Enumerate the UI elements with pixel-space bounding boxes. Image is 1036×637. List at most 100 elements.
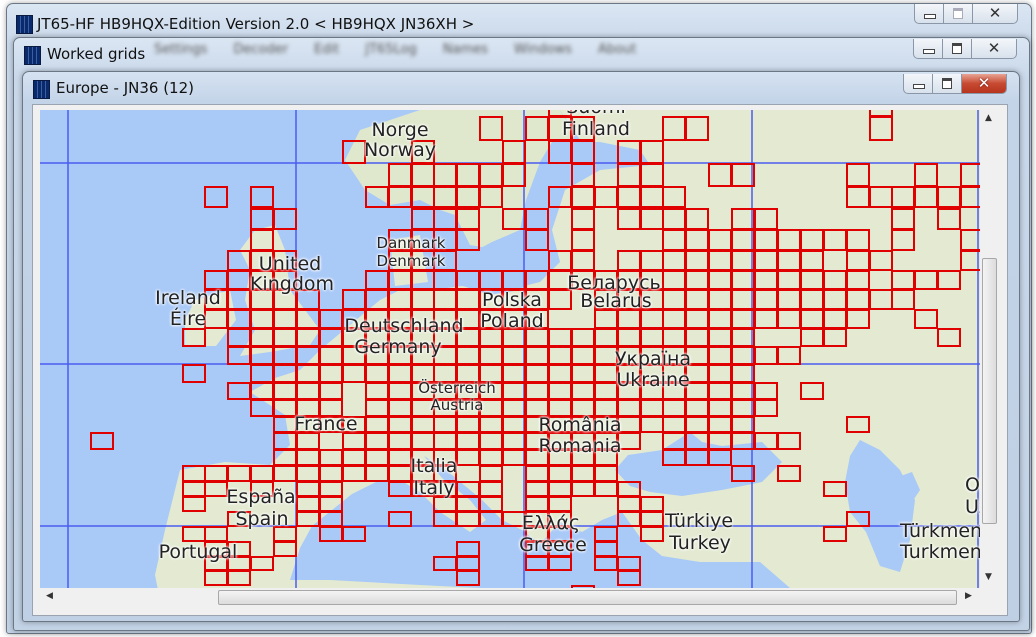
worked-grid-square (822, 228, 847, 251)
worked-grid-square (250, 464, 275, 482)
worked-grid-square (662, 289, 687, 310)
worked-grid-square (525, 381, 549, 400)
worked-grid-square (296, 480, 320, 498)
country-label-italia: Italia (410, 455, 458, 477)
worked-grid-square (525, 115, 549, 141)
map-minimize-button[interactable] (904, 74, 933, 93)
map-close-button[interactable]: ✕ (962, 74, 1006, 93)
worked-grid-square (685, 327, 710, 347)
grids-close-button[interactable]: ✕ (972, 39, 1016, 58)
country-label-ireland: Ireland (155, 287, 221, 309)
vertical-scrollbar[interactable]: ▲ ▼ (980, 110, 998, 588)
worked-grid-square (547, 185, 572, 209)
worked-grid-square (731, 345, 756, 365)
minimize-button[interactable] (915, 4, 944, 23)
grids-maximize-button[interactable] (943, 39, 972, 58)
worked-grid-square (616, 496, 641, 513)
worked-grid-square (708, 269, 733, 291)
worked-grid-square (181, 464, 206, 482)
worked-grid-square (296, 496, 320, 513)
worked-grid-square (799, 289, 824, 310)
close-button[interactable]: ✕ (973, 4, 1017, 23)
worked-grid-square (227, 308, 252, 329)
worked-grid-square (410, 207, 435, 230)
worked-grid-square (685, 289, 710, 310)
worked-grid-square (456, 228, 481, 251)
country-label-united: United (258, 253, 322, 275)
vertical-scroll-thumb[interactable] (982, 258, 997, 524)
worked-grid-square (479, 432, 504, 450)
country-label-romania: Romania (538, 435, 622, 457)
grids-minimize-button[interactable] (914, 39, 943, 58)
scroll-up-arrow-icon[interactable]: ▲ (985, 113, 992, 123)
worked-grid-square (525, 269, 549, 291)
worked-grid-square (547, 139, 572, 165)
worked-grid-square (410, 432, 435, 450)
close-icon: ✕ (988, 4, 1002, 22)
worked-grid-square (662, 207, 687, 230)
worked-grid-square (433, 555, 458, 572)
scroll-right-arrow-icon[interactable]: ▶ (965, 591, 972, 601)
minimize-icon (913, 84, 925, 89)
country-label-espana: España (226, 486, 296, 508)
worked-grid-square (776, 345, 801, 365)
scroll-left-arrow-icon[interactable]: ◀ (46, 591, 53, 601)
worked-grid-square (662, 249, 687, 271)
worked-grid-square (318, 381, 343, 400)
map-maximize-button[interactable] (933, 74, 962, 93)
worked-grid-square (868, 185, 893, 209)
scroll-down-arrow-icon[interactable]: ▼ (985, 572, 992, 582)
menu-settings: Settings (154, 42, 208, 57)
menu-jt65log: JT65Log (365, 42, 417, 57)
worked-grid-square (250, 207, 275, 230)
horizontal-scrollbar[interactable]: ◀ ▶ (40, 588, 980, 606)
worked-grid-square (914, 269, 939, 291)
worked-grid-square (364, 363, 389, 383)
worked-grid-square (616, 570, 641, 586)
worked-grid-square (822, 327, 847, 347)
worked-grid-square (960, 249, 980, 271)
worked-grid-square (570, 327, 595, 347)
worked-grid-square (296, 511, 320, 528)
country-label-polska: Polska (482, 289, 542, 311)
worked-grid-square (547, 363, 572, 383)
europe-map[interactable]: SuomiFinland NorgeNorway DanmarkDenmark Uni… (40, 110, 980, 588)
worked-grid-square (914, 163, 939, 187)
maximize-icon (953, 8, 963, 19)
worked-grid-square (479, 415, 504, 434)
worked-grid-square (318, 480, 343, 498)
worked-grid-square (433, 207, 458, 230)
worked-grid-square (708, 345, 733, 365)
worked-grid-square (502, 398, 527, 417)
worked-grid-square (570, 185, 595, 209)
worked-grid-square (708, 163, 733, 187)
worked-grid-square (227, 249, 252, 271)
worked-grid-square (479, 163, 504, 187)
worked-grid-square (364, 398, 389, 417)
worked-grid-square (822, 526, 847, 543)
worked-grid-square (868, 289, 893, 310)
worked-grid-square (639, 207, 664, 230)
worked-grid-square (616, 327, 641, 347)
worked-grid-square (273, 448, 298, 466)
worked-grid-square (570, 464, 595, 482)
worked-grid-square (181, 526, 206, 543)
worked-grid-square (845, 228, 870, 251)
grids-window-controls: ✕ (913, 39, 1017, 59)
maximize-button[interactable] (944, 4, 973, 23)
worked-grid-square (525, 345, 549, 365)
worked-grid-square (731, 398, 756, 417)
worked-grid-square (227, 269, 252, 291)
worked-grid-square (456, 496, 481, 513)
worked-grid-square (708, 415, 733, 434)
menu-names: Names (442, 42, 488, 57)
minimize-icon (924, 14, 936, 19)
minimize-icon (923, 49, 935, 54)
worked-grid-square (708, 381, 733, 400)
worked-grid-square (616, 480, 641, 498)
horizontal-scroll-thumb[interactable] (218, 590, 957, 605)
country-label-osterreich: Österreich (418, 379, 496, 397)
worked-grid-square (341, 289, 366, 310)
worked-grid-square (227, 345, 252, 365)
country-label-portugal: Portugal (158, 541, 238, 563)
